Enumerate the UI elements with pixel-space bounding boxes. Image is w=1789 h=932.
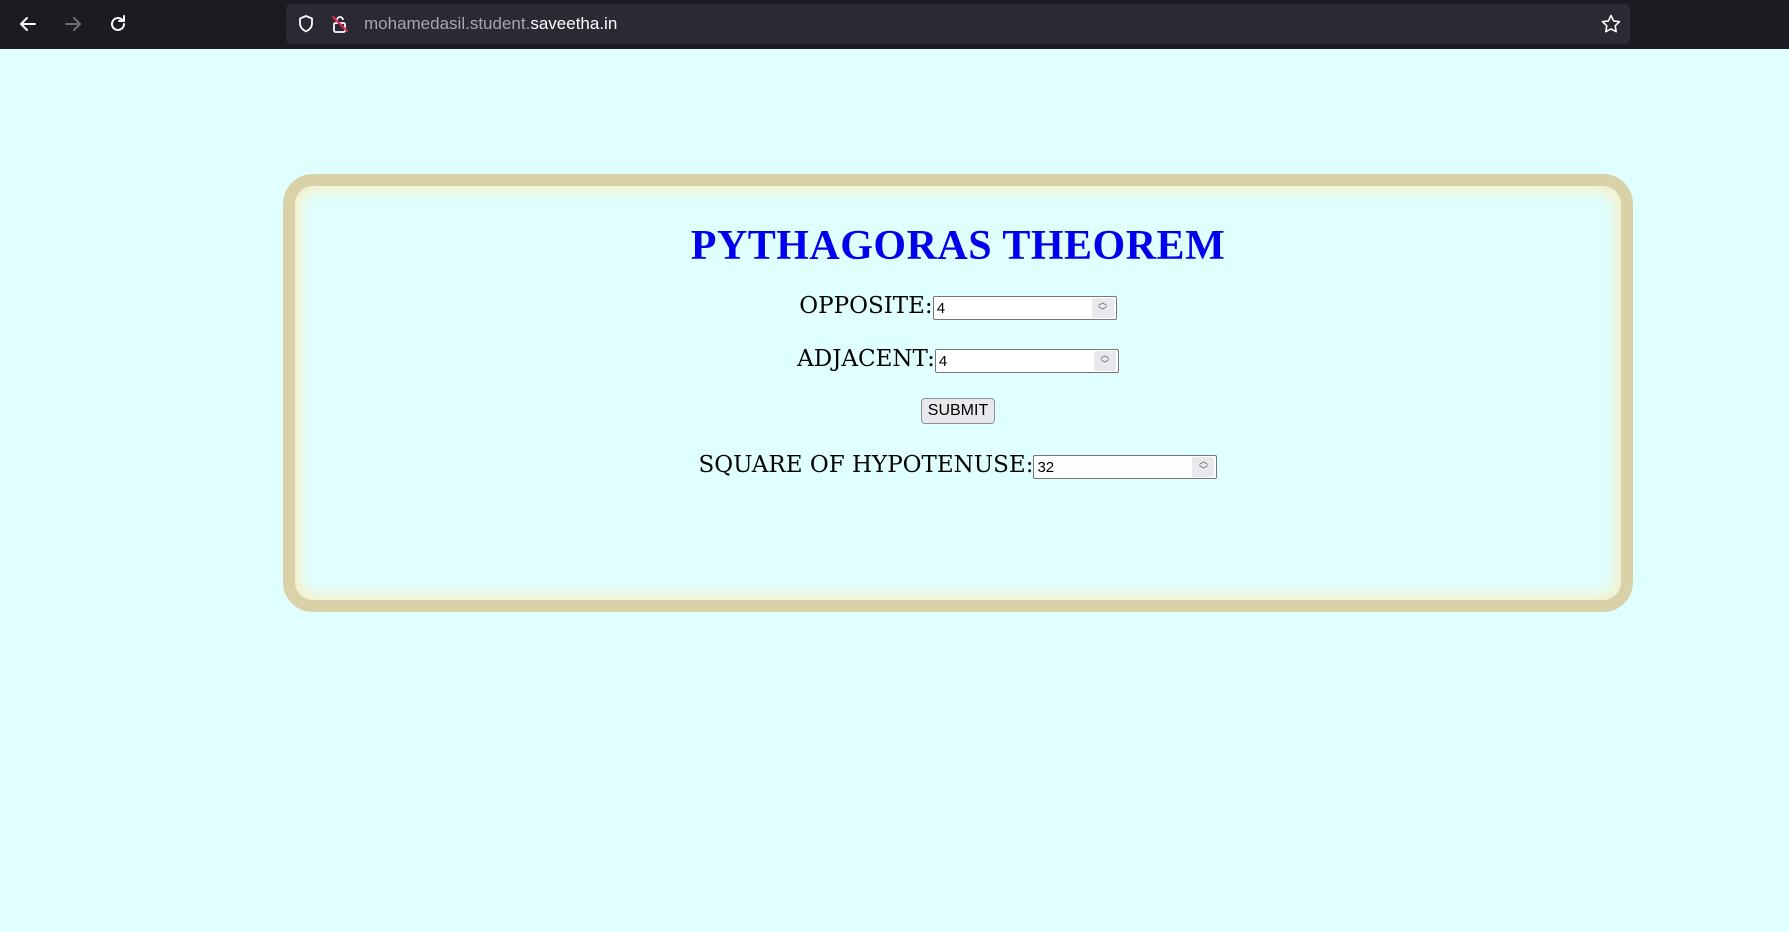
chevron-down-icon[interactable]: ﹀: [1199, 467, 1208, 476]
hypotenuse-input[interactable]: [1034, 456, 1188, 478]
adjacent-field[interactable]: ︿ ﹀: [934, 349, 1119, 373]
submit-button[interactable]: SUBMIT: [920, 398, 996, 424]
reload-button[interactable]: [101, 10, 135, 38]
page-title: PYTHAGORAS THEOREM: [690, 223, 1226, 269]
opposite-spinner[interactable]: ︿ ﹀: [1091, 298, 1114, 318]
opposite-field[interactable]: ︿ ﹀: [932, 296, 1117, 320]
calculator-card: PYTHAGORAS THEOREM OPPOSITE: ︿ ﹀ ADJACEN…: [283, 174, 1633, 612]
forward-button[interactable]: [56, 10, 90, 38]
reload-icon: [111, 15, 125, 31]
adjacent-label: ADJACENT:: [797, 346, 935, 372]
back-arrow-icon: [20, 17, 36, 31]
shield-icon[interactable]: [296, 14, 316, 34]
hypotenuse-spinner[interactable]: ︿ ﹀: [1192, 457, 1215, 477]
hypotenuse-field[interactable]: ︿ ﹀: [1033, 455, 1218, 479]
adjacent-input[interactable]: [935, 350, 1089, 372]
browser-toolbar: mohamedasil.student.saveetha.in: [0, 0, 1789, 49]
adjacent-spinner[interactable]: ︿ ﹀: [1093, 351, 1116, 371]
url-domain: saveetha.in: [530, 14, 618, 33]
url-prefix: mohamedasil.student.: [364, 14, 531, 33]
star-icon[interactable]: [1600, 13, 1622, 35]
opposite-input[interactable]: [933, 297, 1087, 319]
opposite-label: OPPOSITE:: [799, 293, 933, 319]
address-bar[interactable]: mohamedasil.student.saveetha.in: [286, 4, 1630, 44]
lock-icon[interactable]: [330, 14, 350, 34]
hypotenuse-row: SQUARE OF HYPOTENUSE: ︿ ﹀: [295, 451, 1621, 479]
hypotenuse-label: SQUARE OF HYPOTENUSE:: [698, 452, 1034, 478]
adjacent-row: ADJACENT: ︿ ﹀: [295, 345, 1621, 373]
submit-row: SUBMIT: [295, 398, 1621, 424]
chevron-down-icon[interactable]: ﹀: [1100, 361, 1109, 370]
back-button[interactable]: [11, 10, 45, 38]
url-text[interactable]: mohamedasil.student.saveetha.in: [364, 14, 617, 34]
opposite-row: OPPOSITE: ︿ ﹀: [295, 292, 1621, 320]
forward-arrow-icon: [65, 17, 81, 31]
chevron-down-icon[interactable]: ﹀: [1098, 308, 1107, 317]
